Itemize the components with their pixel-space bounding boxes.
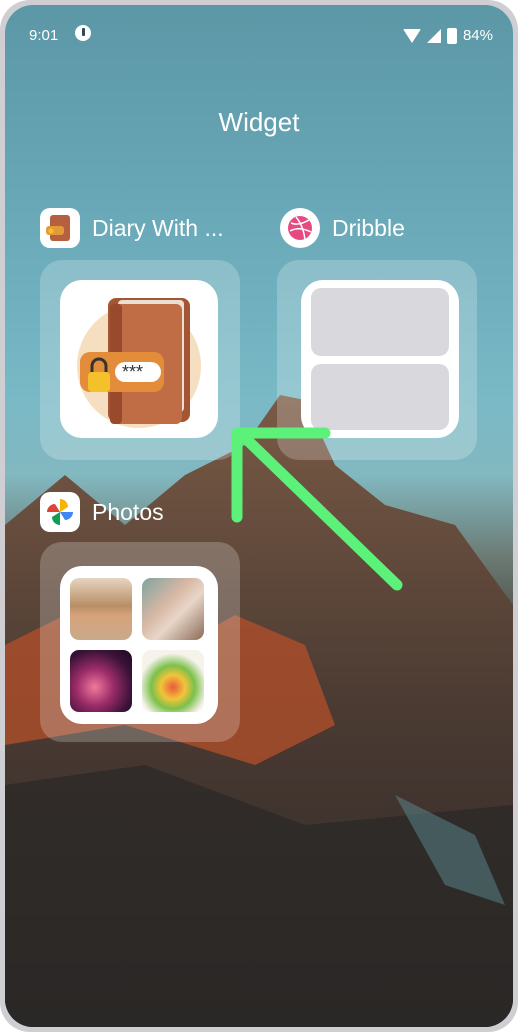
device-frame: 9:01 84% Widget Diary With ... Dribble *… (0, 0, 518, 1032)
gesture-arrow-icon (231, 427, 403, 591)
home-screen: 9:01 84% Widget Diary With ... Dribble *… (5, 5, 513, 1027)
